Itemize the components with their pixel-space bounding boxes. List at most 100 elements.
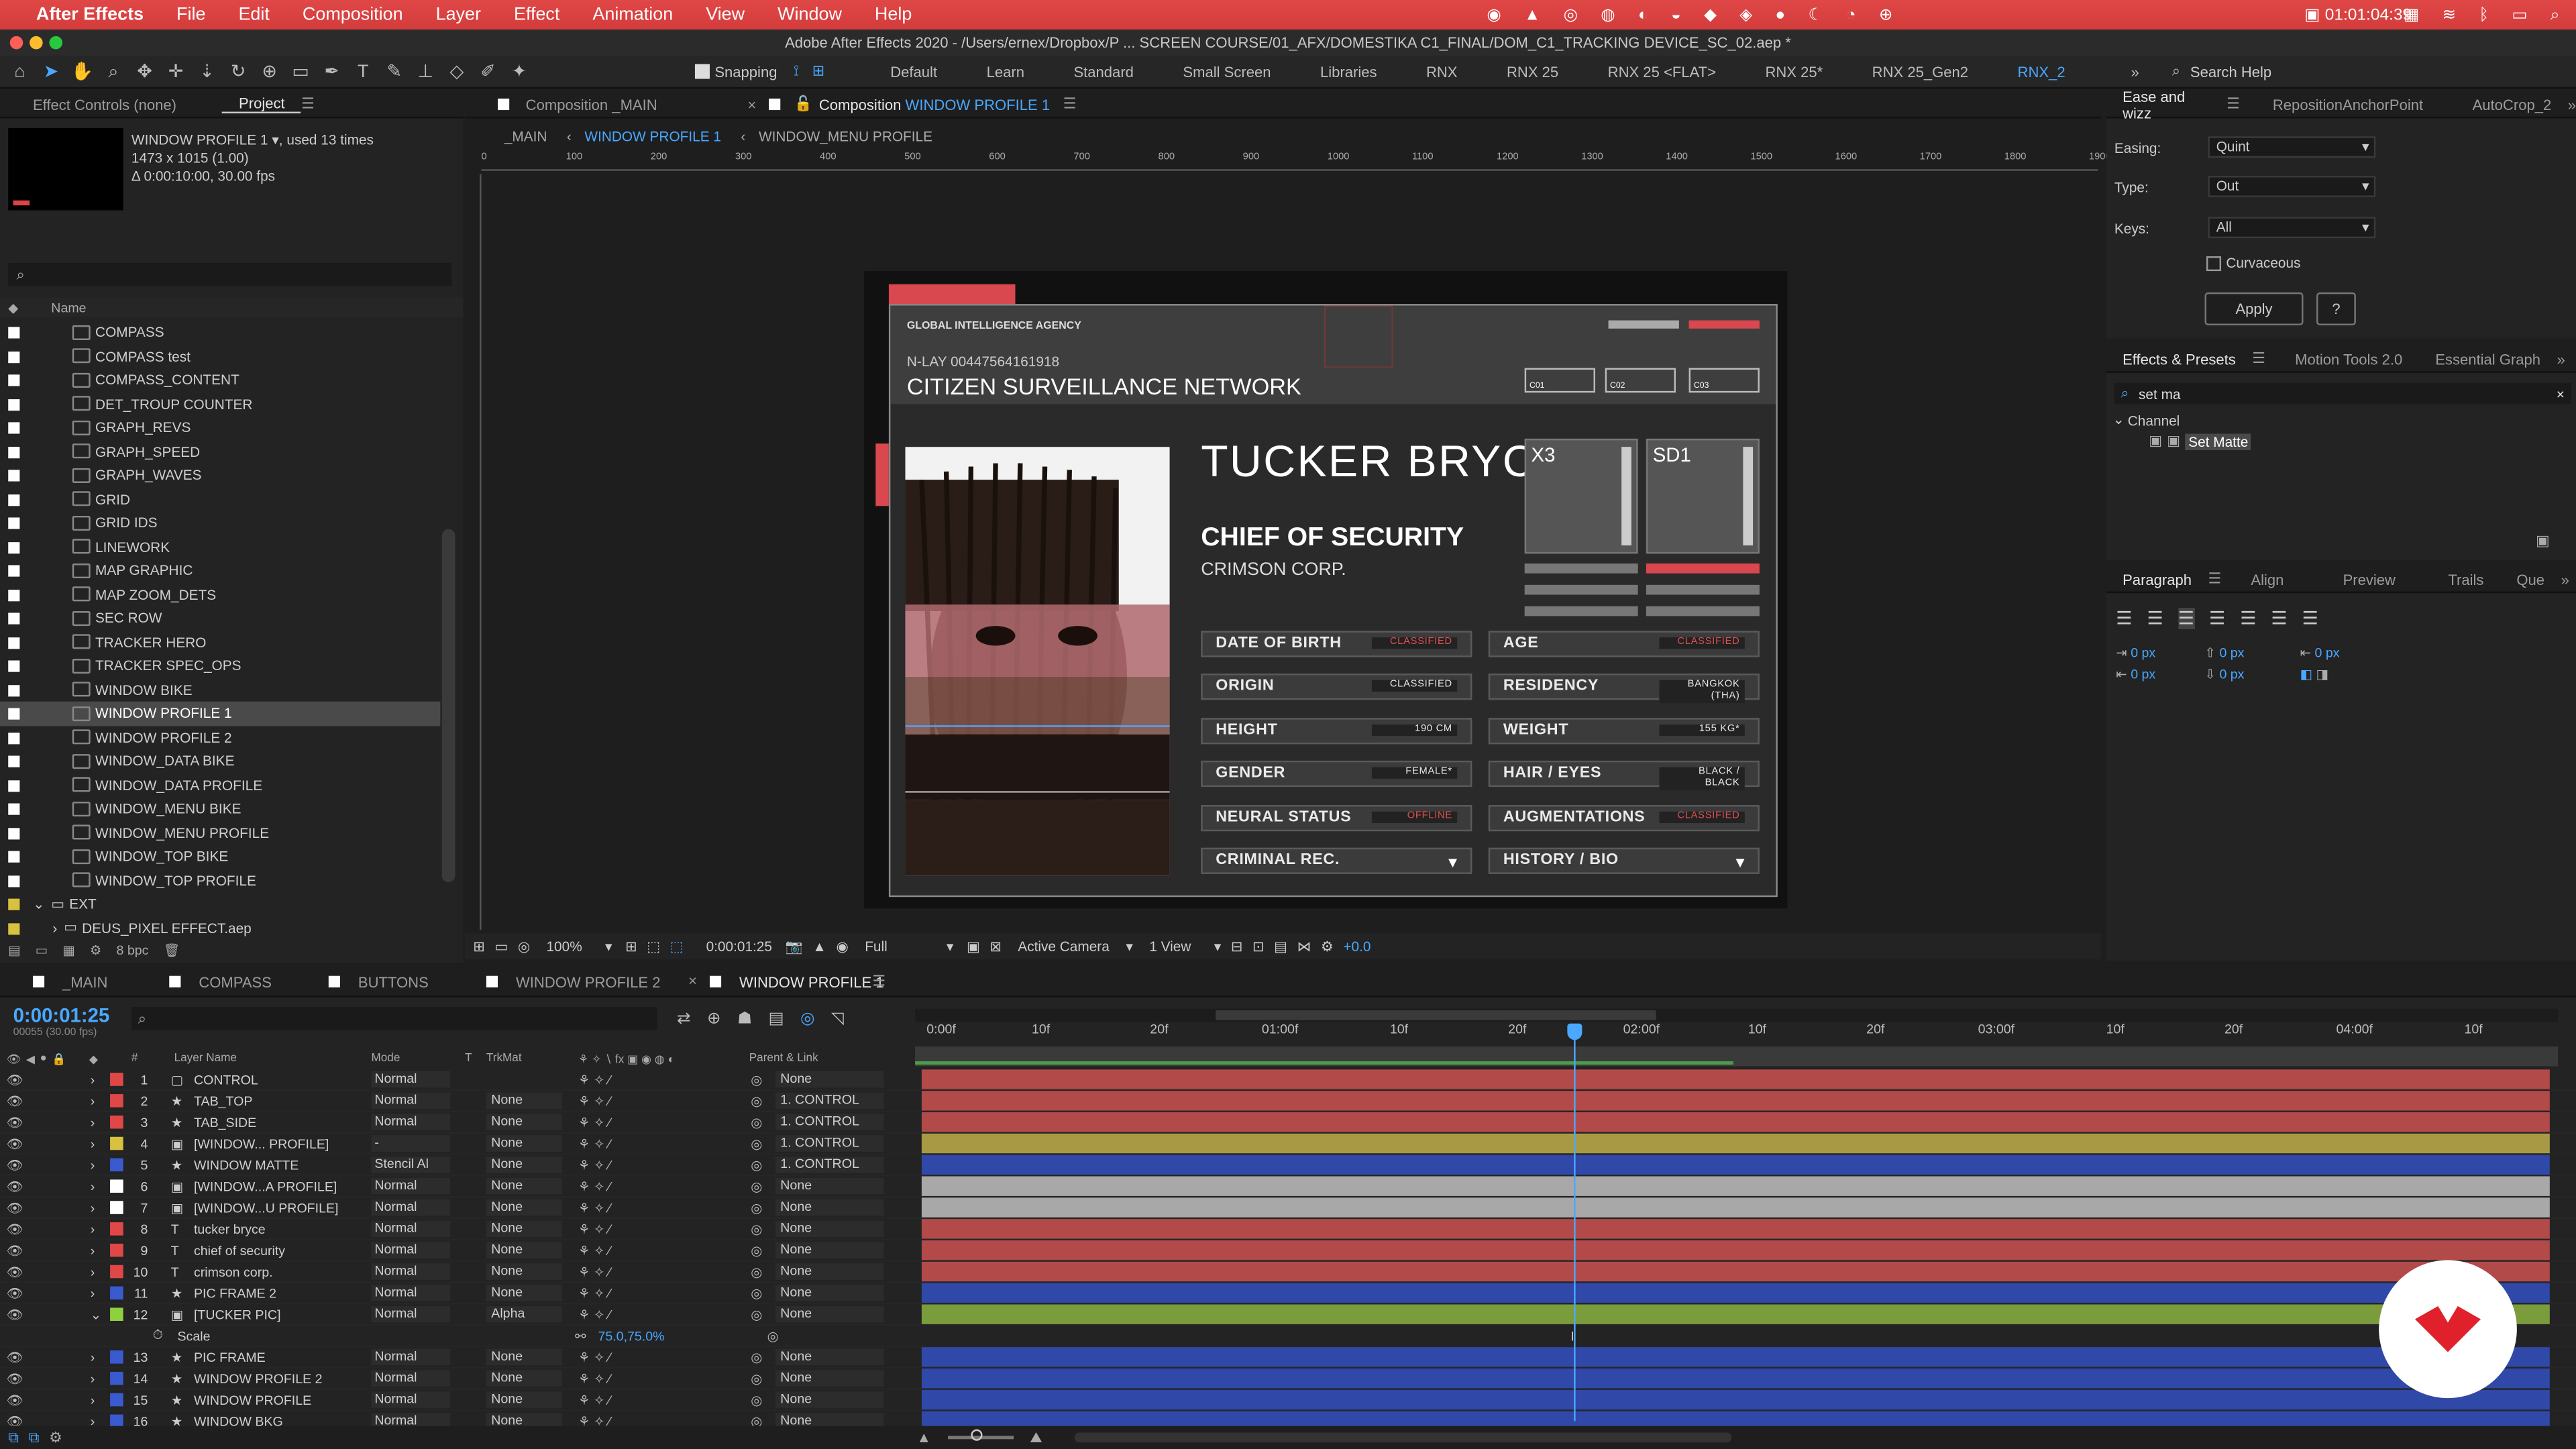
expand-layer-icon[interactable]: › (91, 1350, 95, 1364)
layer-mode-select[interactable]: Normal (371, 1071, 451, 1088)
project-item[interactable]: COMPASS test (0, 344, 440, 368)
justify-center-icon[interactable]: ☰ (2240, 608, 2256, 629)
workspace-tab[interactable]: RNX 25 <FLAT> (1608, 63, 1716, 79)
bpc-label[interactable]: 8 bpc (117, 943, 149, 957)
layer-label-swatch[interactable] (110, 1073, 123, 1086)
brush-tool-icon[interactable]: ✎ (383, 60, 406, 83)
modes-icon[interactable]: ⚙ (49, 1428, 62, 1446)
comp-timecode[interactable]: 0:00:01:25 (706, 938, 772, 954)
panel-overflow-icon[interactable]: » (2561, 571, 2569, 587)
effects-result[interactable]: ▣ ▣ Set Matte (2149, 432, 2252, 450)
profile-field[interactable]: GENDER FEMALE* (1201, 761, 1472, 788)
layer-label-swatch[interactable] (110, 1158, 123, 1172)
clear-search-icon[interactable]: × (2557, 385, 2565, 401)
layer-name-column[interactable]: Layer Name (174, 1053, 237, 1065)
project-item[interactable]: SEC ROW (0, 606, 440, 631)
layer-label-swatch[interactable] (110, 1222, 123, 1236)
pick-whip-icon[interactable]: ◎ (751, 1115, 762, 1130)
chevron-down-icon[interactable]: ▼ (1446, 851, 1461, 874)
layer-mode-select[interactable]: Normal (371, 1114, 451, 1130)
label-swatch[interactable] (8, 541, 20, 553)
project-item[interactable]: GRAPH_REVS (0, 416, 440, 440)
expand-layer-icon[interactable]: › (91, 1243, 95, 1258)
label-swatch[interactable] (8, 565, 20, 577)
chevron-down-icon[interactable]: ▾ (1126, 937, 1132, 955)
tab-ease-and-wizz[interactable]: Ease and wizz (2106, 88, 2227, 121)
visibility-icon[interactable]: 👁 (7, 1265, 23, 1279)
menu-help[interactable]: Help (875, 5, 912, 24)
region-interest-icon[interactable]: ▣ (967, 937, 980, 955)
expand-layer-icon[interactable]: › (91, 1115, 95, 1130)
align-left-icon[interactable]: ☰ (2116, 608, 2132, 629)
header-tab-c01[interactable]: C01 (1524, 368, 1595, 393)
panel-menu-icon[interactable]: ☰ (2208, 570, 2222, 588)
layer-duration-bar[interactable] (921, 1133, 2550, 1154)
label-swatch[interactable] (8, 660, 20, 672)
visibility-icon[interactable]: 👁 (7, 1371, 23, 1386)
layer-trkmat-select[interactable]: None (486, 1177, 562, 1195)
layer-switch-icons[interactable]: ⚘ ✧ ∕ (578, 1093, 610, 1108)
status-clock[interactable]: ▣ 01:01:04:39 (2304, 3, 2412, 26)
layer-name[interactable]: TAB_SIDE (194, 1115, 256, 1130)
frame-blend-icon[interactable]: ▤ (769, 1010, 784, 1028)
label-swatch[interactable] (8, 517, 20, 529)
new-comp-icon[interactable]: ▦ (62, 943, 75, 957)
layer-name[interactable]: WINDOW PROFILE 2 (194, 1371, 323, 1386)
scale-link-icon[interactable]: ⚯ (575, 1328, 586, 1343)
project-folder[interactable]: ⌄ ▭ EXT (0, 892, 440, 916)
layer-mode-select[interactable]: Normal (371, 1391, 451, 1408)
tab-reposition-anchor[interactable]: RepositionAnchorPoint (2256, 96, 2439, 112)
chevron-down-icon[interactable]: ⌄ (33, 895, 44, 913)
layer-mode-select[interactable]: Normal (371, 1263, 451, 1280)
snapping-checkbox[interactable] (694, 64, 710, 79)
project-item[interactable]: COMPASS_CONTENT (0, 368, 440, 392)
layer-duration-bar[interactable] (921, 1219, 2550, 1239)
project-item[interactable]: MAP ZOOM_DETS (0, 582, 440, 606)
timeline-tab[interactable]: WINDOW PROFILE 1 (739, 974, 884, 990)
layer-trkmat-select[interactable]: None (486, 1263, 562, 1280)
expand-layer-icon[interactable]: › (91, 1093, 95, 1108)
layer-trkmat-select[interactable]: None (486, 1220, 562, 1238)
layer-parent-select[interactable]: None (775, 1220, 884, 1238)
project-item[interactable]: WINDOW_MENU PROFILE (0, 820, 440, 845)
tab-autocrop[interactable]: AutoCrop_2 (2456, 96, 2568, 112)
layer-switch-icons[interactable]: ⚘ ✧ ∕ (578, 1307, 610, 1322)
expand-layer-icon[interactable]: › (91, 1285, 95, 1300)
project-item[interactable]: GRAPH_WAVES (0, 464, 440, 488)
label-swatch[interactable] (8, 755, 20, 767)
layer-switch-icons[interactable]: ⚘ ✧ ∕ (578, 1222, 610, 1236)
visibility-icon[interactable]: 👁 (7, 1350, 23, 1364)
panel-menu-icon[interactable]: ☰ (2252, 350, 2265, 368)
color-icon[interactable]: ◉ (837, 937, 849, 955)
layer-duration-bar[interactable] (921, 1112, 2550, 1132)
layer-trkmat-select[interactable]: None (486, 1114, 562, 1130)
workspace-tab[interactable]: RNX_2 (2018, 63, 2065, 79)
layer-parent-select[interactable]: 1. CONTROL (775, 1135, 884, 1152)
layer-row[interactable]: 👁 › 3 ★ TAB_SIDE Normal None ⚘ ✧ ∕ ◎ 1. CONTROL (0, 1112, 2576, 1134)
layer-name[interactable]: TAB_TOP (194, 1093, 252, 1108)
profile-field[interactable]: HAIR / EYES BLACK / BLACK (1488, 761, 1760, 791)
layer-label-swatch[interactable] (110, 1243, 123, 1257)
label-swatch[interactable] (8, 398, 20, 411)
timeline-tab[interactable]: WINDOW PROFILE 2 (516, 974, 661, 990)
resolution-select[interactable]: Full (865, 938, 888, 954)
render-time-icon[interactable]: ⧉ (8, 1428, 19, 1446)
t-column[interactable]: T (465, 1053, 472, 1065)
status-icon[interactable]: ◔ (1846, 6, 1856, 24)
project-item[interactable]: WINDOW_TOP PROFILE (0, 868, 440, 892)
layer-mode-select[interactable]: Normal (371, 1285, 451, 1301)
layer-switch-icons[interactable]: ⚘ ✧ ∕ (578, 1285, 610, 1300)
layer-duration-bar[interactable] (921, 1261, 2550, 1282)
workspace-tab[interactable]: RNX 25* (1765, 63, 1823, 79)
layer-row[interactable]: 👁 › 10 Tcrimson corp. Normal None ⚘ ✧ ∕ ◎ None (0, 1261, 2576, 1283)
show-snapshot-icon[interactable]: ▲ (812, 938, 826, 954)
flowchart-icon[interactable]: ⋈ (1297, 937, 1311, 955)
chevron-down-icon[interactable]: ▾ (605, 937, 612, 955)
fast-preview-icon[interactable]: ⊡ (1252, 937, 1264, 955)
label-swatch[interactable] (8, 493, 20, 506)
visibility-icon[interactable]: 👁 (7, 1157, 23, 1172)
layer-name[interactable]: PIC FRAME 2 (194, 1285, 276, 1300)
expand-layer-icon[interactable]: › (91, 1393, 95, 1407)
pick-whip-icon[interactable]: ◎ (751, 1371, 762, 1386)
pick-whip-icon[interactable]: ◎ (751, 1307, 762, 1322)
